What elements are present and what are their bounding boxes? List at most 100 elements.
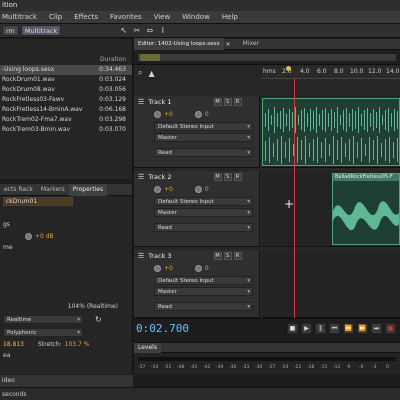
output-select[interactable]: Master bbox=[154, 287, 253, 296]
time-select-tool-icon[interactable]: I bbox=[158, 26, 167, 35]
file-item[interactable]: RockDrum01.wav 0:03.024 bbox=[0, 75, 132, 85]
duration-value[interactable]: 18.813 bbox=[3, 339, 24, 350]
pan-knob[interactable] bbox=[194, 110, 202, 118]
pan-value[interactable]: 0 bbox=[205, 186, 209, 193]
pause-button[interactable]: ‖ bbox=[315, 323, 326, 334]
volume-knob[interactable] bbox=[154, 110, 161, 118]
time-ruler[interactable]: hms 2.0 4.0 6.0 8.0 10.0 12.0 14.0 bbox=[262, 66, 400, 79]
solo-button[interactable]: S bbox=[223, 98, 232, 106]
mute-button[interactable]: M bbox=[213, 252, 222, 260]
session-overview[interactable] bbox=[134, 50, 400, 65]
tab-properties[interactable]: Properties bbox=[68, 183, 108, 196]
video-panel-tab[interactable]: ideo bbox=[0, 375, 133, 387]
menu-view[interactable]: View bbox=[148, 11, 177, 24]
automation-mode-select[interactable]: Read bbox=[154, 223, 253, 232]
rewind-button[interactable]: ⏪ bbox=[343, 323, 354, 334]
section-label: ea bbox=[3, 352, 11, 359]
stretch-label: Stretch: bbox=[38, 340, 62, 348]
record-arm-button[interactable]: R bbox=[233, 252, 242, 260]
properties-panel: ects Rack Markers Properties ckDrum01 gs… bbox=[0, 183, 133, 374]
volume-knob[interactable] bbox=[154, 264, 161, 272]
menu-favorites[interactable]: Favorites bbox=[104, 11, 148, 24]
volume-value[interactable]: +0 bbox=[164, 111, 173, 118]
status-bar: seconds bbox=[0, 387, 400, 400]
input-select[interactable]: Default Stereo Input bbox=[154, 276, 253, 285]
go-to-start-button[interactable]: ⏮ bbox=[329, 323, 340, 334]
input-select[interactable]: Default Stereo Input bbox=[154, 122, 253, 131]
stretch-algorithm-select[interactable]: Polyphonic bbox=[3, 327, 83, 337]
clip-volume-knob[interactable] bbox=[25, 232, 32, 240]
track-lane[interactable]: BalladRockFretless05-F + bbox=[262, 171, 400, 247]
mute-button[interactable]: M bbox=[213, 173, 222, 181]
tab-editor[interactable]: Editor: 1402-Using loops.sesx bbox=[134, 38, 224, 50]
zoom-icon[interactable]: ⌕ bbox=[138, 68, 142, 78]
slip-tool-icon[interactable]: ⇔ bbox=[145, 26, 154, 35]
tab-markers[interactable]: Markers bbox=[37, 184, 69, 196]
file-item[interactable]: RockTrem02-Fma7.wav 0:03.298 bbox=[0, 115, 132, 125]
solo-button[interactable]: S bbox=[223, 173, 232, 181]
mute-button[interactable]: M bbox=[213, 98, 222, 106]
track-header: ☰ Track 1 M S R +0 0 Default Stereo Inpu… bbox=[134, 96, 260, 168]
volume-value[interactable]: +0 bbox=[164, 186, 173, 193]
clip-name-field[interactable]: ckDrum01 bbox=[3, 197, 73, 206]
menu-clip[interactable]: Clip bbox=[43, 11, 68, 24]
stretch-mode-select[interactable]: Realtime bbox=[3, 314, 83, 324]
tab-mixer[interactable]: Mixer bbox=[239, 38, 263, 50]
menu-window[interactable]: Window bbox=[176, 11, 216, 24]
solo-button[interactable]: S bbox=[223, 252, 232, 260]
pan-value[interactable]: 0 bbox=[205, 111, 209, 118]
track-name[interactable]: Track 3 bbox=[148, 252, 171, 260]
stretch-value[interactable]: 103.7 % bbox=[65, 339, 90, 350]
audio-clip[interactable] bbox=[262, 98, 400, 166]
file-item[interactable]: RockFretless03-Fawv 0:03.129 bbox=[0, 95, 132, 105]
go-to-end-button[interactable]: ⏭ bbox=[371, 323, 382, 334]
menu-effects[interactable]: Effects bbox=[68, 11, 104, 24]
track-lane[interactable] bbox=[262, 250, 400, 318]
tab-levels[interactable]: Levels bbox=[134, 342, 161, 353]
automation-mode-select[interactable]: Read bbox=[154, 148, 253, 157]
file-item[interactable]: RockDrum08.wav 0:03.056 bbox=[0, 85, 132, 95]
clip-volume-value[interactable]: +0 dB bbox=[35, 231, 54, 242]
play-button[interactable]: ▶ bbox=[301, 323, 312, 334]
waveform-view-button[interactable]: rm bbox=[2, 25, 19, 36]
multitrack-view-button[interactable]: Multitrack bbox=[20, 25, 62, 36]
record-button[interactable]: ● bbox=[385, 323, 396, 334]
move-tool-icon[interactable]: ↖ bbox=[119, 26, 128, 35]
audio-clip[interactable]: BalladRockFretless05-F bbox=[332, 173, 400, 245]
automation-mode-select[interactable]: Read bbox=[154, 302, 253, 311]
pan-knob[interactable] bbox=[194, 264, 202, 272]
playhead-marker[interactable] bbox=[286, 66, 291, 71]
metronome-icon[interactable]: ▲ bbox=[148, 69, 154, 78]
pan-value[interactable]: 0 bbox=[205, 265, 209, 272]
track-name[interactable]: Track 2 bbox=[148, 173, 171, 181]
file-item[interactable]: -Using loops.sesx 0:34.463 bbox=[0, 65, 132, 75]
track-name[interactable]: Track 1 bbox=[148, 98, 171, 106]
razor-tool-icon[interactable]: ✂ bbox=[132, 26, 141, 35]
reset-icon[interactable]: ↻ bbox=[95, 314, 102, 325]
stretch-percent-label: 104% (Realtime) bbox=[67, 303, 118, 310]
tab-effects-rack[interactable]: ects Rack bbox=[0, 184, 37, 196]
playhead-line bbox=[294, 79, 295, 318]
track-icon: ☰ bbox=[138, 252, 145, 260]
fast-forward-button[interactable]: ⏩ bbox=[357, 323, 368, 334]
duration-column-header[interactable]: Duration bbox=[100, 55, 126, 65]
time-display[interactable]: 0:02.700 bbox=[136, 322, 196, 335]
volume-knob[interactable] bbox=[154, 185, 161, 193]
file-item[interactable]: RockFretless14-BminA.wav 0:06.168 bbox=[0, 105, 132, 115]
stop-button[interactable]: ■ bbox=[287, 323, 298, 334]
levels-panel: Levels -57 -54 -51 -48 -45 -42 -39 -36 -… bbox=[134, 342, 400, 375]
track-icon: ☰ bbox=[138, 98, 145, 106]
close-icon[interactable]: ✕ bbox=[226, 41, 231, 48]
menu-help[interactable]: Help bbox=[216, 11, 244, 24]
track-lane[interactable] bbox=[262, 96, 400, 168]
output-select[interactable]: Master bbox=[154, 208, 253, 217]
output-select[interactable]: Master bbox=[154, 133, 253, 142]
input-select[interactable]: Default Stereo Input bbox=[154, 197, 253, 206]
record-arm-button[interactable]: R bbox=[233, 98, 242, 106]
waveform bbox=[333, 201, 399, 230]
pan-knob[interactable] bbox=[194, 185, 202, 193]
record-arm-button[interactable]: R bbox=[233, 173, 242, 181]
file-item[interactable]: RockTrem03-Bmin.wav 0:03.070 bbox=[0, 125, 132, 135]
volume-value[interactable]: +0 bbox=[164, 265, 173, 272]
menu-multitrack[interactable]: Multitrack bbox=[0, 11, 43, 24]
